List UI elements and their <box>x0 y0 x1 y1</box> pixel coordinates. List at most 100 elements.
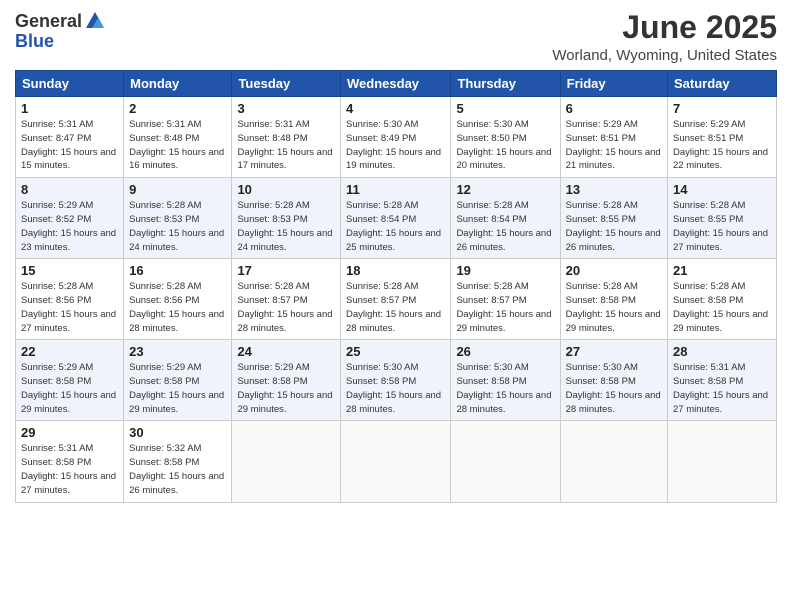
cell-week4-day4: 26 Sunrise: 5:30 AMSunset: 8:58 PMDaylig… <box>451 340 560 421</box>
day-number: 19 <box>456 263 554 278</box>
day-info: Sunrise: 5:30 AMSunset: 8:50 PMDaylight:… <box>456 119 551 171</box>
cell-week5-day5 <box>560 421 667 502</box>
cell-week5-day0: 29 Sunrise: 5:31 AMSunset: 8:58 PMDaylig… <box>16 421 124 502</box>
day-info: Sunrise: 5:28 AMSunset: 8:58 PMDaylight:… <box>566 281 661 333</box>
day-number: 22 <box>21 344 118 359</box>
cell-week1-day4: 5 Sunrise: 5:30 AMSunset: 8:50 PMDayligh… <box>451 97 560 178</box>
header-saturday: Saturday <box>668 71 777 97</box>
cell-week4-day5: 27 Sunrise: 5:30 AMSunset: 8:58 PMDaylig… <box>560 340 667 421</box>
cell-week1-day2: 3 Sunrise: 5:31 AMSunset: 8:48 PMDayligh… <box>232 97 341 178</box>
header-wednesday: Wednesday <box>341 71 451 97</box>
day-info: Sunrise: 5:29 AMSunset: 8:58 PMDaylight:… <box>237 362 332 414</box>
day-number: 23 <box>129 344 226 359</box>
day-info: Sunrise: 5:32 AMSunset: 8:58 PMDaylight:… <box>129 443 224 495</box>
day-number: 20 <box>566 263 662 278</box>
day-number: 10 <box>237 182 335 197</box>
day-number: 29 <box>21 425 118 440</box>
title-block: June 2025 Worland, Wyoming, United State… <box>552 10 777 64</box>
cell-week4-day2: 24 Sunrise: 5:29 AMSunset: 8:58 PMDaylig… <box>232 340 341 421</box>
day-number: 12 <box>456 182 554 197</box>
day-number: 2 <box>129 101 226 116</box>
day-number: 13 <box>566 182 662 197</box>
day-number: 9 <box>129 182 226 197</box>
day-number: 11 <box>346 182 445 197</box>
cell-week1-day6: 7 Sunrise: 5:29 AMSunset: 8:51 PMDayligh… <box>668 97 777 178</box>
cell-week3-day3: 18 Sunrise: 5:28 AMSunset: 8:57 PMDaylig… <box>341 259 451 340</box>
day-info: Sunrise: 5:31 AMSunset: 8:58 PMDaylight:… <box>673 362 768 414</box>
cell-week3-day2: 17 Sunrise: 5:28 AMSunset: 8:57 PMDaylig… <box>232 259 341 340</box>
day-number: 17 <box>237 263 335 278</box>
cell-week2-day6: 14 Sunrise: 5:28 AMSunset: 8:55 PMDaylig… <box>668 178 777 259</box>
day-number: 1 <box>21 101 118 116</box>
cell-week2-day0: 8 Sunrise: 5:29 AMSunset: 8:52 PMDayligh… <box>16 178 124 259</box>
day-number: 18 <box>346 263 445 278</box>
weekday-header-row: Sunday Monday Tuesday Wednesday Thursday… <box>16 71 777 97</box>
day-number: 5 <box>456 101 554 116</box>
calendar-table: Sunday Monday Tuesday Wednesday Thursday… <box>15 70 777 502</box>
calendar-title: June 2025 <box>552 10 777 45</box>
day-number: 8 <box>21 182 118 197</box>
day-info: Sunrise: 5:29 AMSunset: 8:58 PMDaylight:… <box>21 362 116 414</box>
day-info: Sunrise: 5:29 AMSunset: 8:51 PMDaylight:… <box>673 119 768 171</box>
day-info: Sunrise: 5:28 AMSunset: 8:54 PMDaylight:… <box>456 200 551 252</box>
week-row-2: 8 Sunrise: 5:29 AMSunset: 8:52 PMDayligh… <box>16 178 777 259</box>
day-info: Sunrise: 5:28 AMSunset: 8:53 PMDaylight:… <box>129 200 224 252</box>
cell-week1-day3: 4 Sunrise: 5:30 AMSunset: 8:49 PMDayligh… <box>341 97 451 178</box>
cell-week5-day3 <box>341 421 451 502</box>
cell-week1-day5: 6 Sunrise: 5:29 AMSunset: 8:51 PMDayligh… <box>560 97 667 178</box>
day-number: 24 <box>237 344 335 359</box>
cell-week5-day4 <box>451 421 560 502</box>
cell-week3-day4: 19 Sunrise: 5:28 AMSunset: 8:57 PMDaylig… <box>451 259 560 340</box>
cell-week3-day0: 15 Sunrise: 5:28 AMSunset: 8:56 PMDaylig… <box>16 259 124 340</box>
calendar-subtitle: Worland, Wyoming, United States <box>552 47 777 64</box>
day-info: Sunrise: 5:30 AMSunset: 8:58 PMDaylight:… <box>346 362 441 414</box>
day-number: 3 <box>237 101 335 116</box>
day-info: Sunrise: 5:28 AMSunset: 8:57 PMDaylight:… <box>237 281 332 333</box>
cell-week2-day2: 10 Sunrise: 5:28 AMSunset: 8:53 PMDaylig… <box>232 178 341 259</box>
page: General Blue June 2025 Worland, Wyoming,… <box>0 0 792 612</box>
day-info: Sunrise: 5:29 AMSunset: 8:58 PMDaylight:… <box>129 362 224 414</box>
day-number: 16 <box>129 263 226 278</box>
day-number: 30 <box>129 425 226 440</box>
logo-icon <box>84 10 106 32</box>
day-info: Sunrise: 5:28 AMSunset: 8:56 PMDaylight:… <box>129 281 224 333</box>
day-info: Sunrise: 5:31 AMSunset: 8:48 PMDaylight:… <box>129 119 224 171</box>
cell-week4-day0: 22 Sunrise: 5:29 AMSunset: 8:58 PMDaylig… <box>16 340 124 421</box>
day-info: Sunrise: 5:28 AMSunset: 8:53 PMDaylight:… <box>237 200 332 252</box>
day-info: Sunrise: 5:28 AMSunset: 8:57 PMDaylight:… <box>346 281 441 333</box>
day-info: Sunrise: 5:29 AMSunset: 8:51 PMDaylight:… <box>566 119 661 171</box>
header-thursday: Thursday <box>451 71 560 97</box>
day-info: Sunrise: 5:30 AMSunset: 8:49 PMDaylight:… <box>346 119 441 171</box>
week-row-4: 22 Sunrise: 5:29 AMSunset: 8:58 PMDaylig… <box>16 340 777 421</box>
day-info: Sunrise: 5:28 AMSunset: 8:54 PMDaylight:… <box>346 200 441 252</box>
day-number: 25 <box>346 344 445 359</box>
cell-week3-day6: 21 Sunrise: 5:28 AMSunset: 8:58 PMDaylig… <box>668 259 777 340</box>
day-info: Sunrise: 5:30 AMSunset: 8:58 PMDaylight:… <box>456 362 551 414</box>
cell-week4-day6: 28 Sunrise: 5:31 AMSunset: 8:58 PMDaylig… <box>668 340 777 421</box>
header-friday: Friday <box>560 71 667 97</box>
day-info: Sunrise: 5:28 AMSunset: 8:55 PMDaylight:… <box>566 200 661 252</box>
cell-week2-day5: 13 Sunrise: 5:28 AMSunset: 8:55 PMDaylig… <box>560 178 667 259</box>
day-info: Sunrise: 5:31 AMSunset: 8:47 PMDaylight:… <box>21 119 116 171</box>
cell-week4-day3: 25 Sunrise: 5:30 AMSunset: 8:58 PMDaylig… <box>341 340 451 421</box>
header: General Blue June 2025 Worland, Wyoming,… <box>15 10 777 64</box>
cell-week2-day3: 11 Sunrise: 5:28 AMSunset: 8:54 PMDaylig… <box>341 178 451 259</box>
cell-week2-day1: 9 Sunrise: 5:28 AMSunset: 8:53 PMDayligh… <box>124 178 232 259</box>
logo: General Blue <box>15 10 106 50</box>
day-number: 27 <box>566 344 662 359</box>
cell-week5-day2 <box>232 421 341 502</box>
day-number: 4 <box>346 101 445 116</box>
cell-week2-day4: 12 Sunrise: 5:28 AMSunset: 8:54 PMDaylig… <box>451 178 560 259</box>
cell-week5-day1: 30 Sunrise: 5:32 AMSunset: 8:58 PMDaylig… <box>124 421 232 502</box>
day-number: 15 <box>21 263 118 278</box>
week-row-3: 15 Sunrise: 5:28 AMSunset: 8:56 PMDaylig… <box>16 259 777 340</box>
day-info: Sunrise: 5:30 AMSunset: 8:58 PMDaylight:… <box>566 362 661 414</box>
cell-week1-day0: 1 Sunrise: 5:31 AMSunset: 8:47 PMDayligh… <box>16 97 124 178</box>
cell-week5-day6 <box>668 421 777 502</box>
header-monday: Monday <box>124 71 232 97</box>
day-info: Sunrise: 5:28 AMSunset: 8:56 PMDaylight:… <box>21 281 116 333</box>
day-number: 14 <box>673 182 771 197</box>
day-info: Sunrise: 5:29 AMSunset: 8:52 PMDaylight:… <box>21 200 116 252</box>
day-info: Sunrise: 5:28 AMSunset: 8:55 PMDaylight:… <box>673 200 768 252</box>
logo-general: General <box>15 12 82 30</box>
